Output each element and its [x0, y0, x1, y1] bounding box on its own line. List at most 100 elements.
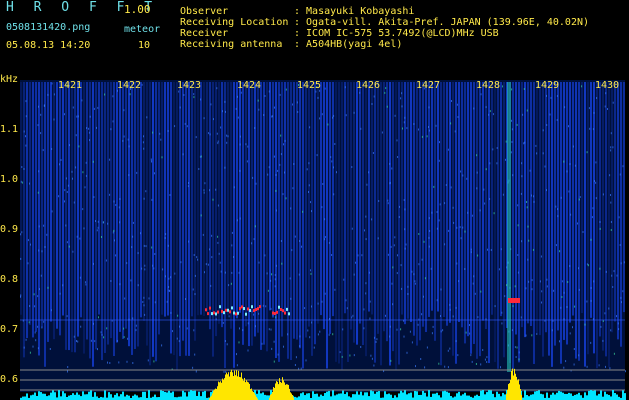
noise-streak — [455, 82, 457, 364]
noise-speckle — [46, 233, 48, 236]
noise-speckle — [261, 342, 263, 345]
noise-streak — [515, 82, 517, 335]
noise-speckle — [541, 290, 543, 293]
power-noise-bar — [46, 396, 48, 400]
minute-label: 1430 — [595, 80, 620, 91]
noise-speckle — [409, 330, 411, 333]
noise-speckle — [324, 292, 326, 295]
power-noise-bar — [304, 395, 306, 400]
power-noise-bar — [590, 390, 592, 400]
noise-speckle — [237, 95, 238, 98]
noise-speckle — [456, 226, 458, 229]
noise-speckle — [144, 268, 146, 271]
noise-speckle — [185, 298, 186, 300]
noise-speckle — [274, 278, 276, 281]
meteor-echo — [274, 312, 276, 316]
noise-speckle — [194, 353, 196, 356]
noise-speckle — [600, 325, 602, 328]
noise-speckle — [428, 129, 430, 132]
power-noise-bar — [260, 393, 262, 400]
noise-speckle — [341, 355, 343, 358]
noise-speckle — [616, 274, 618, 277]
power-noise-bar — [308, 393, 310, 400]
noise-speckle — [556, 119, 558, 121]
noise-streak — [53, 82, 55, 340]
noise-speckle — [399, 205, 400, 208]
noise-speckle — [187, 185, 189, 188]
noise-speckle — [193, 329, 195, 332]
noise-streak — [290, 82, 292, 361]
power-noise-bar — [68, 395, 70, 400]
noise-speckle — [209, 248, 210, 251]
meteor-echo — [272, 311, 274, 315]
power-noise-bar — [172, 391, 174, 400]
noise-speckle — [605, 365, 606, 368]
power-noise-bar — [416, 391, 418, 400]
noise-speckle — [438, 159, 440, 162]
noise-streak — [95, 82, 97, 350]
noise-speckle — [536, 152, 538, 155]
noise-speckle — [413, 273, 415, 276]
power-peak-bar — [509, 383, 510, 400]
noise-speckle — [194, 274, 196, 277]
noise-streak — [134, 82, 136, 349]
power-noise-bar — [442, 391, 444, 400]
noise-streak — [419, 82, 421, 341]
power-peak-bar — [246, 380, 247, 400]
noise-speckle — [82, 208, 84, 211]
noise-streak — [578, 82, 580, 361]
noise-speckle — [475, 363, 477, 365]
power-noise-bar — [560, 391, 562, 400]
power-peak-bar — [255, 395, 256, 400]
noise-speckle — [531, 194, 532, 197]
noise-speckle — [418, 263, 420, 266]
power-noise-bar — [572, 395, 574, 400]
power-noise-bar — [474, 395, 476, 400]
noise-speckle — [268, 328, 270, 331]
noise-speckle — [272, 314, 274, 317]
noise-streak — [338, 82, 340, 364]
noise-streak — [68, 82, 70, 351]
noise-speckle — [211, 234, 213, 237]
power-noise-bar — [398, 393, 400, 400]
noise-streak — [491, 82, 493, 315]
power-peak-bar — [211, 395, 212, 400]
noise-speckle — [435, 124, 437, 127]
noise-speckle — [308, 184, 310, 187]
noise-streak — [86, 82, 88, 340]
hroft-display: H R O F F T 1.00 0508131420.png meteor 0… — [0, 0, 629, 400]
noise-speckle — [129, 93, 131, 96]
power-noise-bar — [116, 393, 118, 400]
noise-speckle — [466, 177, 468, 180]
power-peak-bar — [519, 384, 520, 400]
noise-speckle — [400, 328, 402, 331]
power-noise-bar — [600, 390, 602, 400]
noise-speckle — [285, 197, 287, 200]
noise-speckle — [346, 307, 348, 310]
noise-streak — [587, 82, 589, 355]
power-noise-bar — [30, 395, 32, 400]
noise-speckle — [401, 287, 403, 290]
noise-speckle — [73, 201, 75, 204]
noise-speckle — [396, 139, 398, 142]
noise-speckle — [613, 352, 615, 355]
noise-speckle — [384, 91, 386, 94]
noise-speckle — [135, 324, 137, 327]
noise-speckle — [106, 327, 108, 330]
noise-speckle — [68, 245, 70, 248]
power-noise-bar — [40, 392, 42, 400]
noise-speckle — [371, 103, 373, 105]
noise-speckle — [563, 160, 565, 163]
noise-speckle — [476, 171, 478, 174]
noise-speckle — [433, 185, 435, 188]
power-noise-bar — [356, 391, 358, 400]
noise-speckle — [115, 254, 117, 257]
noise-speckle — [105, 259, 107, 262]
noise-speckle — [436, 211, 438, 213]
noise-speckle — [193, 254, 195, 256]
noise-streak — [341, 82, 343, 370]
noise-speckle — [532, 248, 534, 251]
noise-speckle — [58, 195, 60, 198]
noise-speckle — [295, 356, 297, 359]
noise-streak — [350, 82, 352, 330]
